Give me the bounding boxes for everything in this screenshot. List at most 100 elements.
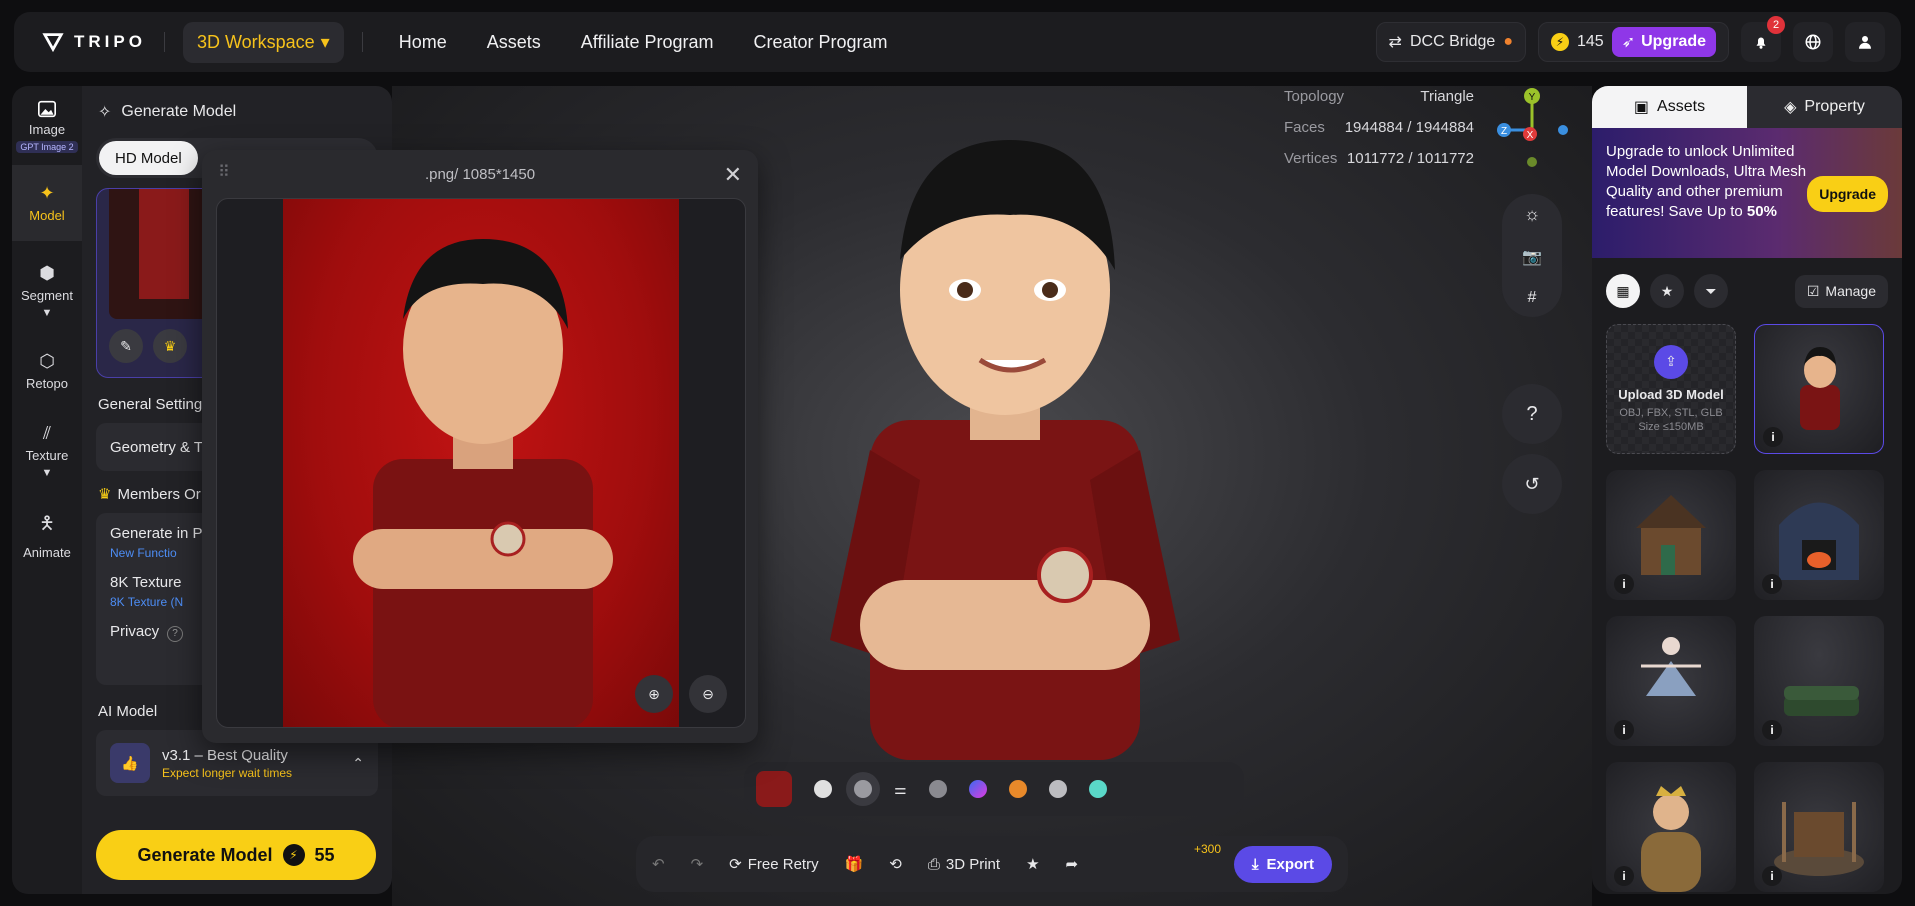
bolt-icon: ⚡ — [282, 844, 305, 866]
tab-hd-model[interactable]: HD Model — [99, 141, 198, 175]
info-icon[interactable]: i — [1762, 866, 1782, 886]
filter-button[interactable]: ⏷ — [1694, 274, 1728, 308]
archive-icon: ▣ — [1633, 99, 1650, 116]
metal-sphere-icon[interactable] — [1048, 780, 1067, 798]
info-icon[interactable]: i — [1763, 427, 1783, 447]
upload-title: Upload 3D Model — [1618, 386, 1724, 402]
star-icon[interactable]: ★ — [1026, 855, 1039, 873]
rail-model-label: Model — [29, 208, 65, 223]
logo-text: TRIPO — [74, 32, 146, 51]
history-icon: ↺ — [1524, 473, 1540, 494]
all-assets-filter[interactable]: ▦ — [1606, 274, 1640, 308]
lighting-icon[interactable]: ☼ — [1524, 204, 1541, 225]
orange-sphere-icon[interactable] — [1008, 780, 1027, 798]
info-icon[interactable]: i — [1614, 574, 1634, 594]
manage-button[interactable]: ☑ Manage — [1794, 274, 1888, 308]
info-icon[interactable]: i — [1762, 720, 1782, 740]
gift-icon[interactable]: 🎁 — [845, 855, 864, 873]
tripo-logo[interactable]: TRIPO — [42, 31, 146, 53]
upgrade-button[interactable]: ➶ Upgrade — [1611, 27, 1716, 57]
asset-card-forge[interactable]: i — [1754, 762, 1884, 892]
chevron-up-icon: ⌃ — [352, 754, 364, 771]
rail-animate-label: Animate — [23, 545, 71, 560]
favorites-filter[interactable]: ★ — [1650, 274, 1684, 308]
zoom-out-button[interactable]: ⊖ — [689, 675, 727, 713]
redo-icon[interactable]: ↷ — [691, 855, 704, 873]
close-icon[interactable]: ✕ — [724, 162, 742, 188]
image-icon — [38, 100, 56, 118]
rotate-3d-icon[interactable]: ⟲ — [889, 855, 902, 873]
vertices-label: Vertices — [1284, 150, 1338, 167]
rail-animate[interactable]: 🯅 Animate — [12, 491, 82, 572]
nav-home[interactable]: Home — [399, 32, 447, 53]
info-icon[interactable]: i — [1614, 720, 1634, 740]
divider — [163, 32, 165, 52]
language-button[interactable] — [1793, 22, 1833, 62]
blender-icon: ● — [1503, 33, 1513, 50]
help-button[interactable]: ? — [1502, 384, 1562, 444]
tab-property[interactable]: ◈ Property — [1747, 86, 1902, 128]
asset-card-dancer[interactable]: i — [1606, 616, 1736, 746]
premium-option-button[interactable]: ♛ — [153, 329, 187, 363]
edit-image-button[interactable]: ✎ — [109, 329, 143, 363]
dcc-bridge-button[interactable]: ⇄ DCC Bridge ● — [1375, 22, 1526, 62]
asset-card-queen[interactable]: i — [1606, 762, 1736, 892]
free-retry-button[interactable]: ⟳ Free Retry — [729, 855, 818, 874]
zoom-in-button[interactable]: ⊕ — [635, 675, 673, 713]
export-button[interactable]: ⤓ Export — [1233, 845, 1332, 883]
user-menu-button[interactable] — [1845, 22, 1885, 62]
nav-assets[interactable]: Assets — [487, 32, 541, 53]
drag-handle-icon[interactable]: ⠿ — [218, 162, 230, 182]
info-icon[interactable]: i — [1762, 574, 1782, 594]
rail-model[interactable]: ✦ Model — [12, 165, 82, 241]
help-icon[interactable]: ? — [167, 625, 184, 642]
download-icon: ⤓ — [1251, 855, 1259, 873]
promo-percent: 50% — [1746, 203, 1777, 220]
bottom-toolbar: ↶ ↷ ⟳ Free Retry 🎁 ⟲ ⎙ 3D Print ★ ➦ ⤓ Ex… — [636, 836, 1348, 892]
privacy-label: Privacy — [110, 623, 160, 640]
generate-model-button[interactable]: Generate Model ⚡ 55 — [96, 830, 376, 880]
rail-image[interactable]: Image GPT Image 2 — [12, 86, 82, 165]
divider — [361, 32, 363, 52]
3d-model-render[interactable] — [810, 120, 1200, 760]
normal-sphere-icon[interactable] — [968, 780, 987, 798]
clay-sphere-icon[interactable] — [854, 780, 872, 798]
image-preview-window[interactable]: ⠿ .png/ 1085*1450 ✕ ⊕ ⊖ — [202, 150, 758, 743]
tab-assets[interactable]: ▣ Assets — [1592, 86, 1747, 128]
upload-3d-model-card[interactable]: ⇪ Upload 3D Model OBJ, FBX, STL, GLB Siz… — [1606, 324, 1736, 454]
grid-icon[interactable]: # — [1528, 289, 1537, 307]
texture-icon: ⫽ — [42, 423, 52, 443]
share-icon[interactable]: ➦ — [1066, 855, 1079, 873]
star-icon: ★ — [1660, 282, 1674, 299]
undo-icon[interactable]: ↶ — [652, 855, 665, 873]
rail-segment[interactable]: ⬢ Segment ▼ — [12, 241, 82, 331]
upload-size-limit: Size ≤150MB — [1638, 420, 1704, 433]
matte-sphere-icon[interactable] — [814, 780, 832, 798]
info-icon[interactable]: i — [1614, 866, 1634, 886]
notifications-button[interactable]: 2 — [1741, 16, 1785, 62]
print-3d-button[interactable]: ⎙ 3D Print — [928, 856, 1000, 873]
asset-card-fireplace[interactable]: i — [1754, 470, 1884, 600]
asset-card-boy[interactable]: i — [1754, 324, 1884, 454]
teal-sphere-icon[interactable] — [1088, 780, 1107, 798]
rail-retopo[interactable]: ⬡ Retopo — [12, 331, 82, 403]
promo-upgrade-button[interactable]: Upgrade — [1807, 176, 1888, 212]
crown-icon: ♛ — [163, 337, 177, 354]
axis-gizmo[interactable]: Y Z X — [1490, 86, 1570, 176]
rail-texture[interactable]: ⫽ Texture ▼ — [12, 403, 82, 491]
texture-preview-avatar[interactable] — [756, 771, 792, 807]
asset-card-house[interactable]: i — [1606, 470, 1736, 600]
asset-card-sofa[interactable]: i — [1754, 616, 1884, 746]
nav-creator-program[interactable]: Creator Program — [754, 32, 888, 53]
history-button[interactable]: ↺ — [1502, 454, 1562, 514]
workspace-dropdown[interactable]: 3D Workspace ▾ — [182, 21, 344, 63]
upgrade-label: Upgrade — [1641, 33, 1706, 50]
camera-icon[interactable]: 📷 — [1522, 247, 1542, 267]
nav-affiliate-program[interactable]: Affiliate Program — [581, 32, 714, 53]
asset-filters: ▦ ★ ⏷ ☑ Manage — [1592, 258, 1902, 324]
grey-sphere-icon[interactable] — [928, 780, 947, 798]
coin-icon: ⚡ — [1550, 33, 1569, 51]
tab-property-label: Property — [1804, 98, 1865, 115]
sliders-icon[interactable]: ⚌ — [894, 781, 907, 798]
credits-pill[interactable]: ⚡ 145 ➶ Upgrade — [1537, 22, 1729, 62]
